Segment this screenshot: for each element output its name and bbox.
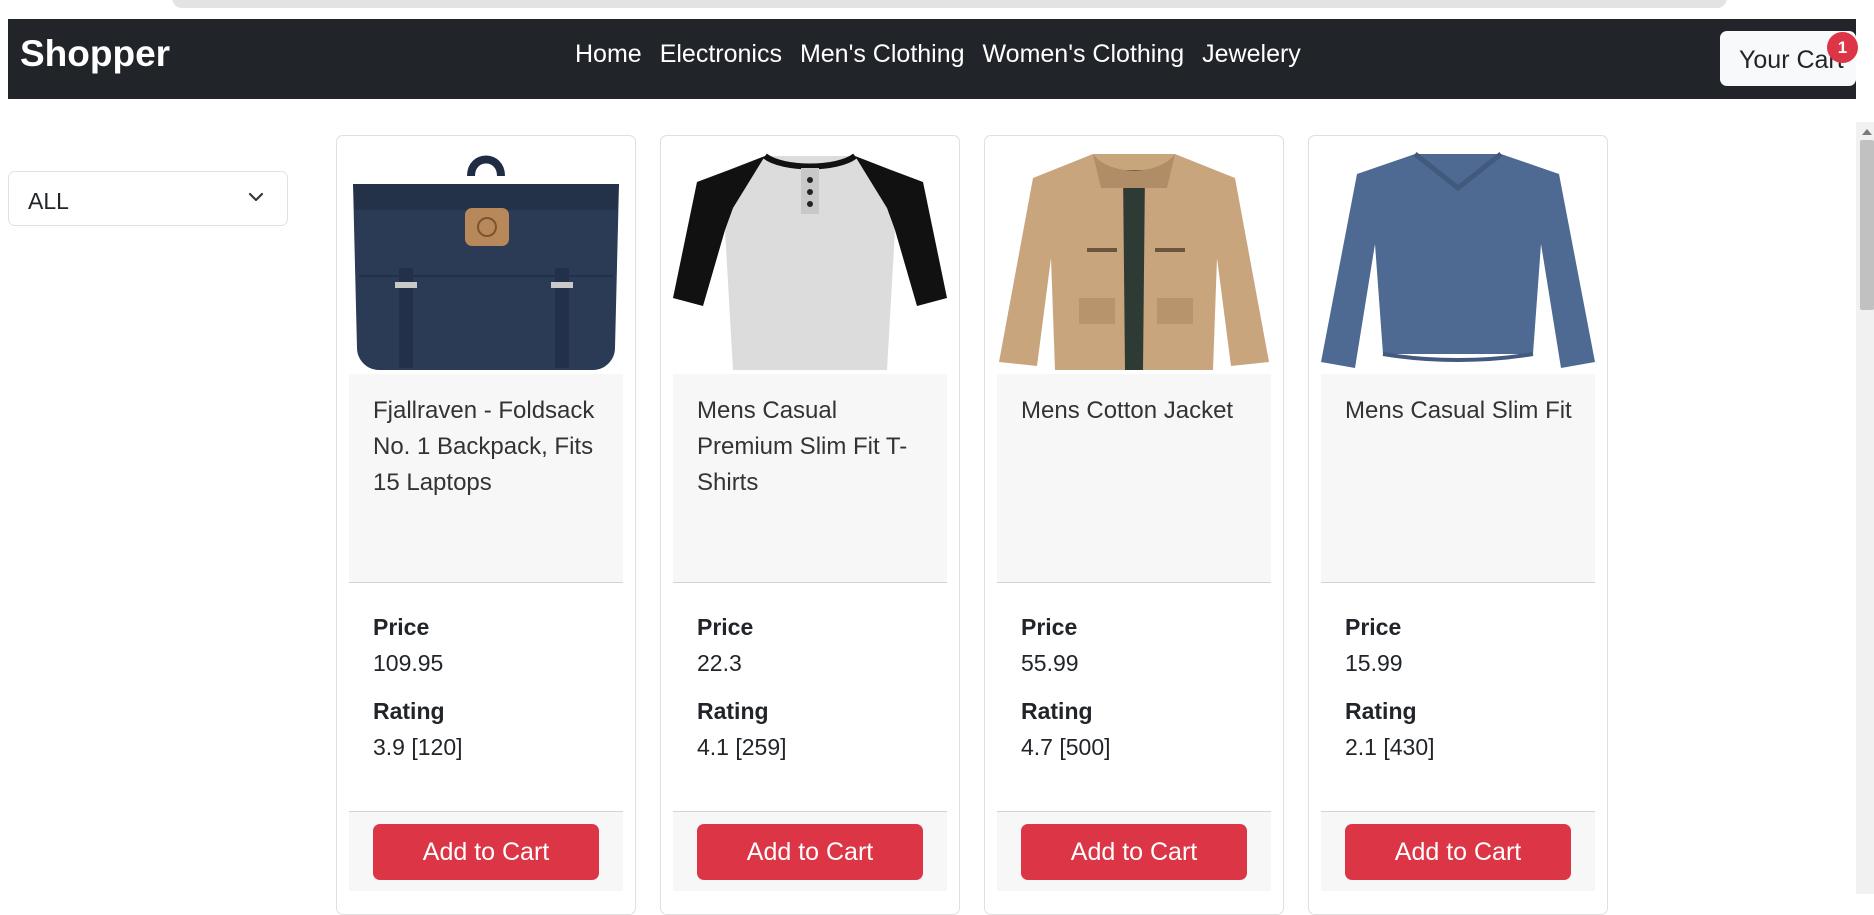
chevron-down-icon <box>248 192 264 202</box>
product-title-area: Mens Casual Slim Fit <box>1321 374 1595 583</box>
category-filter-select[interactable]: ALL <box>8 171 288 226</box>
browser-top-strip <box>0 0 1874 19</box>
add-to-cart-button[interactable]: Add to Cart <box>1021 824 1247 880</box>
browser-address-bar[interactable] <box>172 0 1727 8</box>
nav-link-mens-clothing[interactable]: Men's Clothing <box>791 35 974 73</box>
price-value: 22.3 <box>697 650 742 676</box>
navbar: Shopper Home Electronics Men's Clothing … <box>8 19 1858 99</box>
product-title-area: Mens Cotton Jacket <box>997 374 1271 583</box>
rating-label: Rating <box>373 698 445 724</box>
cart-count-badge: 1 <box>1827 32 1858 63</box>
rating-label: Rating <box>1021 698 1093 724</box>
add-to-cart-button[interactable]: Add to Cart <box>373 824 599 880</box>
price-value: 15.99 <box>1345 650 1403 676</box>
nav-link-jewelery[interactable]: Jewelery <box>1193 35 1310 73</box>
rating-value: 3.9 [120] <box>373 734 463 760</box>
product-title-area: Fjallraven - Foldsack No. 1 Backpack, Fi… <box>349 374 623 583</box>
add-to-cart-button[interactable]: Add to Cart <box>1345 824 1571 880</box>
rating-label: Rating <box>697 698 769 724</box>
filter-selected-value: ALL <box>28 188 69 214</box>
card-footer: Add to Cart <box>673 811 947 891</box>
add-to-cart-button[interactable]: Add to Cart <box>697 824 923 880</box>
brand-logo[interactable]: Shopper <box>20 33 170 75</box>
scrollbar-thumb[interactable] <box>1860 140 1874 310</box>
rating-value: 4.7 [500] <box>1021 734 1111 760</box>
product-title: Mens Casual Premium Slim Fit T-Shirts <box>697 397 908 496</box>
card-footer: Add to Cart <box>1321 811 1595 891</box>
nav-link-home[interactable]: Home <box>566 35 651 73</box>
rating-value: 4.1 [259] <box>697 734 787 760</box>
price-label: Price <box>697 614 754 640</box>
product-card: Mens Casual Premium Slim Fit T-Shirts Pr… <box>660 135 960 915</box>
product-title: Fjallraven - Foldsack No. 1 Backpack, Fi… <box>373 397 595 496</box>
rating-value: 2.1 [430] <box>1345 734 1435 760</box>
product-card: Fjallraven - Foldsack No. 1 Backpack, Fi… <box>336 135 636 915</box>
price-value: 109.95 <box>373 650 444 676</box>
product-title: Mens Cotton Jacket <box>1021 397 1234 424</box>
backpack-image[interactable] <box>349 148 623 370</box>
product-title: Mens Casual Slim Fit <box>1345 397 1572 424</box>
product-card: Mens Cotton Jacket Price 55.99 Rating 4.… <box>984 135 1284 915</box>
scroll-up-icon[interactable] <box>1862 129 1872 135</box>
price-label: Price <box>373 614 430 640</box>
longsleeve-shirt-image[interactable] <box>1321 148 1595 370</box>
nav-link-electronics[interactable]: Electronics <box>651 35 791 73</box>
price-label: Price <box>1345 614 1402 640</box>
jacket-image[interactable] <box>997 148 1271 370</box>
nav-links: Home Electronics Men's Clothing Women's … <box>566 35 1310 73</box>
rating-label: Rating <box>1345 698 1417 724</box>
price-label: Price <box>1021 614 1078 640</box>
card-footer: Add to Cart <box>349 811 623 891</box>
your-cart-button[interactable]: Your Cart 1 <box>1720 31 1858 86</box>
price-value: 55.99 <box>1021 650 1079 676</box>
nav-link-womens-clothing[interactable]: Women's Clothing <box>974 35 1194 73</box>
tshirt-image[interactable] <box>673 148 947 370</box>
card-footer: Add to Cart <box>997 811 1271 891</box>
product-title-area: Mens Casual Premium Slim Fit T-Shirts <box>673 374 947 583</box>
product-card: Mens Casual Slim Fit Price 15.99 Rating … <box>1308 135 1608 915</box>
